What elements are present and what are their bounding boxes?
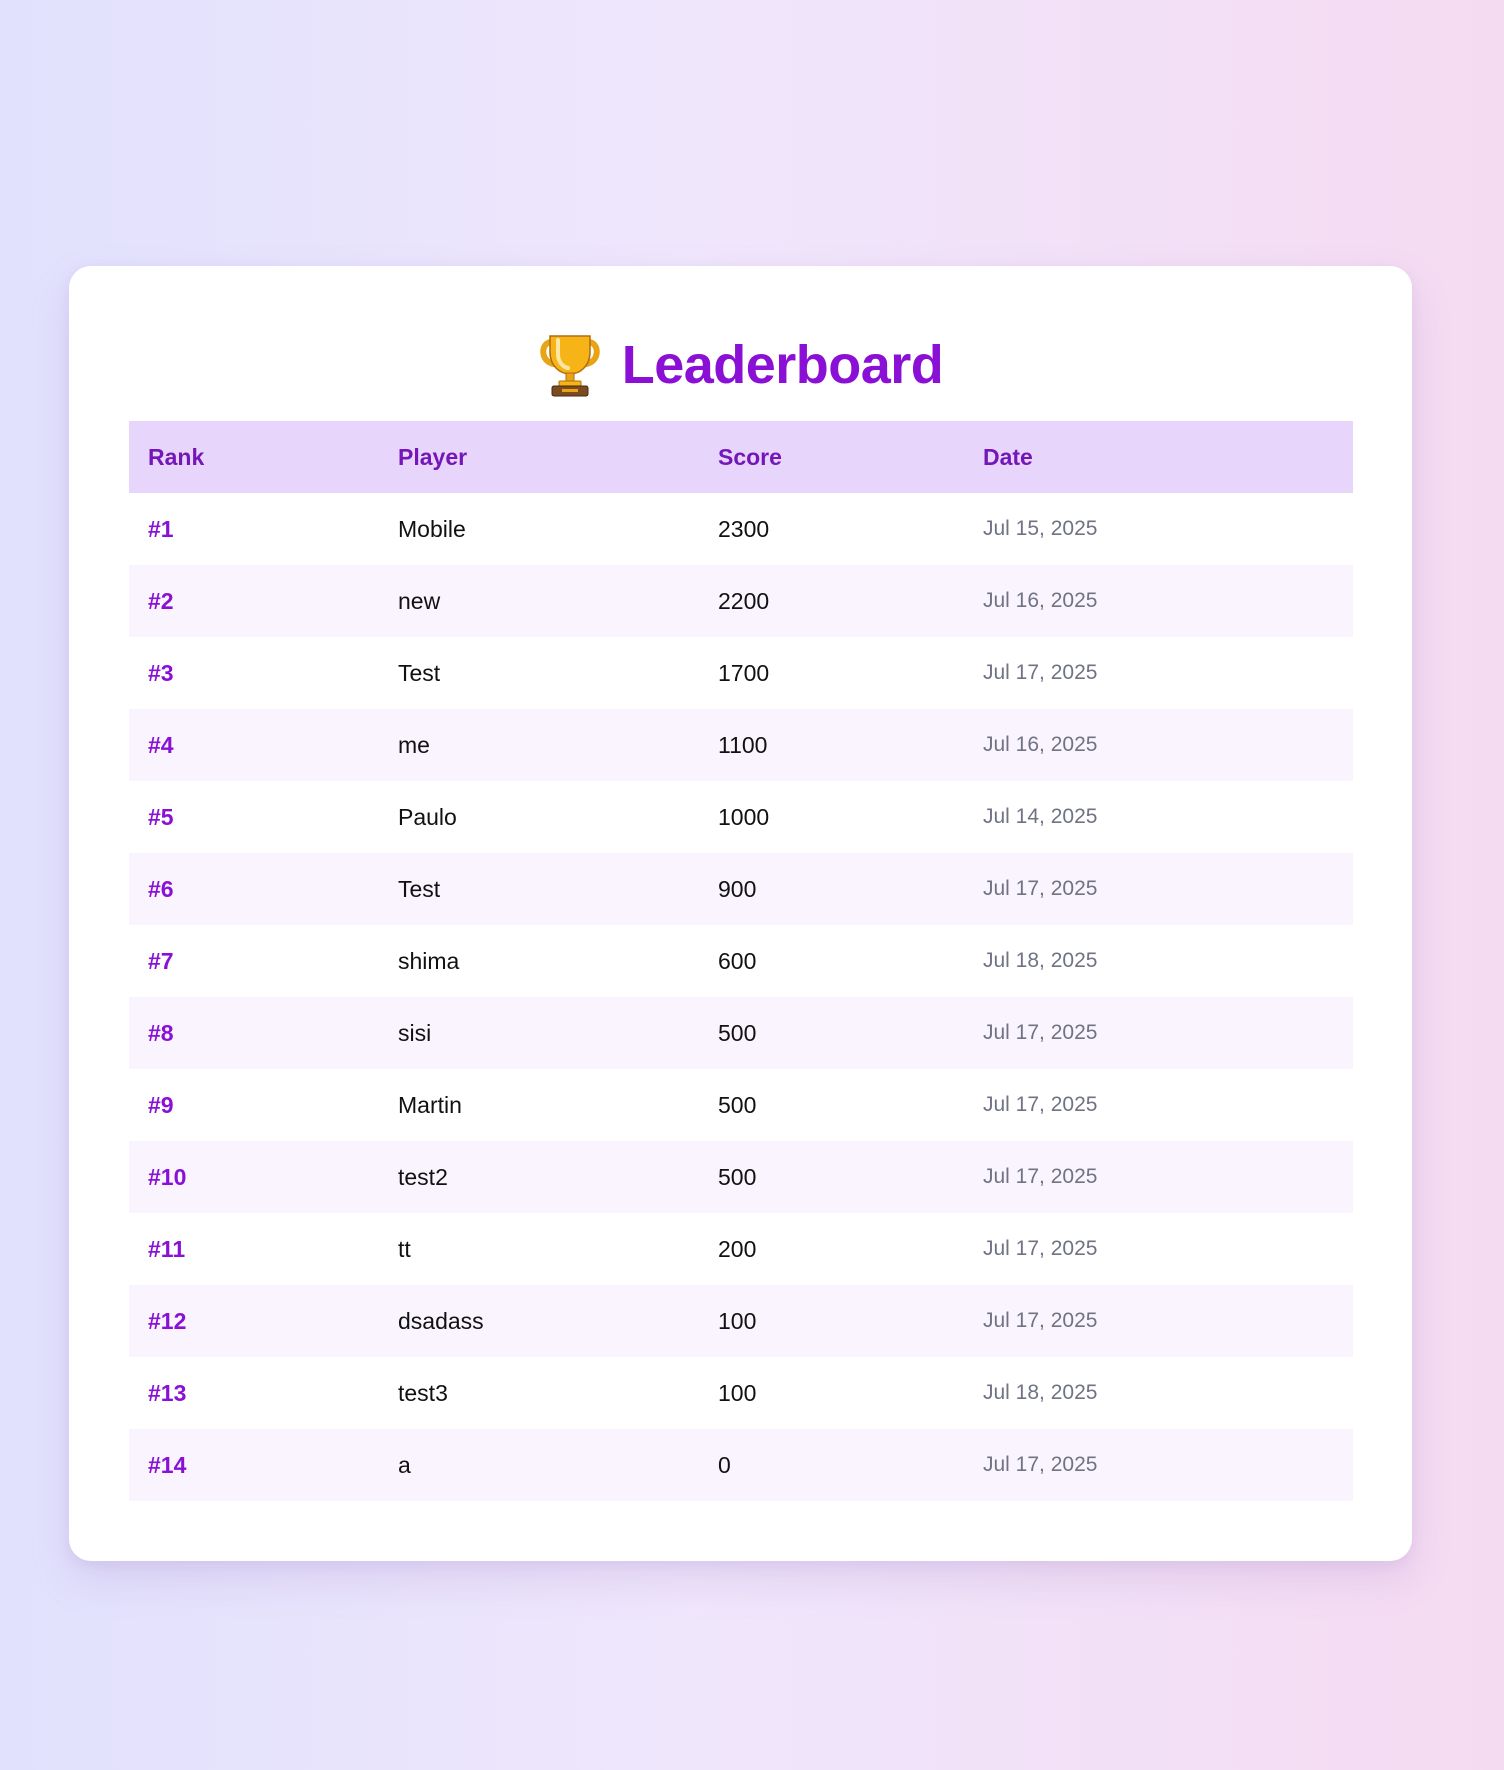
player-cell: dsadass bbox=[398, 1307, 484, 1334]
score-cell: 2300 bbox=[718, 515, 770, 542]
table-row: #8 sisi 500 Jul 17, 2025 bbox=[129, 997, 1353, 1069]
date-cell: Jul 18, 2025 bbox=[983, 949, 1098, 972]
page-title: Leaderboard bbox=[621, 335, 944, 395]
table-row: #3 Test 1700 Jul 17, 2025 bbox=[129, 637, 1353, 709]
score-cell: 1100 bbox=[718, 731, 768, 758]
date-cell: Jul 17, 2025 bbox=[983, 1093, 1098, 1116]
rank-cell: #5 bbox=[148, 803, 174, 830]
score-cell: 500 bbox=[718, 1091, 757, 1118]
score-cell: 500 bbox=[718, 1163, 757, 1190]
score-cell: 600 bbox=[718, 947, 757, 974]
leaderboard-card: Leaderboard Rank Player Score Date #1 Mo… bbox=[69, 266, 1412, 1561]
rank-cell: #10 bbox=[148, 1163, 187, 1190]
date-cell: Jul 17, 2025 bbox=[983, 877, 1098, 900]
player-cell: Test bbox=[398, 875, 441, 902]
column-header-rank: Rank bbox=[148, 443, 205, 470]
leaderboard-table: Rank Player Score Date #1 Mobile 2300 Ju… bbox=[129, 421, 1353, 1501]
score-cell: 900 bbox=[718, 875, 757, 902]
date-cell: Jul 18, 2025 bbox=[983, 1381, 1098, 1404]
table-row: #6 Test 900 Jul 17, 2025 bbox=[129, 853, 1353, 925]
date-cell: Jul 17, 2025 bbox=[983, 1453, 1098, 1476]
date-cell: Jul 16, 2025 bbox=[983, 733, 1098, 756]
rank-cell: #8 bbox=[148, 1019, 174, 1046]
table-row: #4 me 1100 Jul 16, 2025 bbox=[129, 709, 1353, 781]
title-row: Leaderboard bbox=[69, 320, 1412, 410]
score-cell: 100 bbox=[718, 1379, 757, 1406]
rank-cell: #6 bbox=[148, 875, 174, 902]
table-row: #10 test2 500 Jul 17, 2025 bbox=[129, 1141, 1353, 1213]
table-row: #11 tt 200 Jul 17, 2025 bbox=[129, 1213, 1353, 1285]
rank-cell: #2 bbox=[148, 587, 174, 614]
score-cell: 1700 bbox=[718, 659, 770, 686]
score-cell: 1000 bbox=[718, 803, 770, 830]
table-row: #1 Mobile 2300 Jul 15, 2025 bbox=[129, 493, 1353, 565]
player-cell: tt bbox=[398, 1235, 411, 1262]
table-row: #5 Paulo 1000 Jul 14, 2025 bbox=[129, 781, 1353, 853]
column-header-score: Score bbox=[718, 443, 782, 470]
player-cell: Test bbox=[398, 659, 441, 686]
rank-cell: #13 bbox=[148, 1379, 187, 1406]
player-cell: Martin bbox=[398, 1091, 462, 1118]
score-cell: 0 bbox=[718, 1451, 731, 1478]
table-row: #2 new 2200 Jul 16, 2025 bbox=[129, 565, 1353, 637]
column-header-player: Player bbox=[398, 443, 468, 470]
date-cell: Jul 17, 2025 bbox=[983, 1237, 1098, 1260]
rank-cell: #12 bbox=[148, 1307, 187, 1334]
table-row: #12 dsadass 100 Jul 17, 2025 bbox=[129, 1285, 1353, 1357]
player-cell: sisi bbox=[398, 1019, 432, 1046]
score-cell: 200 bbox=[718, 1235, 757, 1262]
rank-cell: #11 bbox=[148, 1235, 186, 1262]
date-cell: Jul 15, 2025 bbox=[983, 517, 1098, 540]
date-cell: Jul 14, 2025 bbox=[983, 805, 1098, 828]
rank-cell: #1 bbox=[148, 515, 174, 542]
table-header-row: Rank Player Score Date bbox=[129, 421, 1353, 493]
player-cell: new bbox=[398, 587, 441, 614]
date-cell: Jul 17, 2025 bbox=[983, 1021, 1098, 1044]
player-cell: test2 bbox=[398, 1163, 448, 1190]
date-cell: Jul 16, 2025 bbox=[983, 589, 1098, 612]
table-row: #7 shima 600 Jul 18, 2025 bbox=[129, 925, 1353, 997]
player-cell: Paulo bbox=[398, 803, 457, 830]
table-row: #13 test3 100 Jul 18, 2025 bbox=[129, 1357, 1353, 1429]
date-cell: Jul 17, 2025 bbox=[983, 1309, 1098, 1332]
score-cell: 500 bbox=[718, 1019, 757, 1046]
score-cell: 2200 bbox=[718, 587, 770, 614]
score-cell: 100 bbox=[718, 1307, 757, 1334]
rank-cell: #7 bbox=[148, 947, 174, 974]
rank-cell: #9 bbox=[148, 1091, 174, 1118]
date-cell: Jul 17, 2025 bbox=[983, 1165, 1098, 1188]
player-cell: shima bbox=[398, 947, 460, 974]
date-cell: Jul 17, 2025 bbox=[983, 661, 1098, 684]
player-cell: a bbox=[398, 1451, 411, 1478]
column-header-date: Date bbox=[983, 443, 1033, 470]
rank-cell: #3 bbox=[148, 659, 174, 686]
player-cell: me bbox=[398, 731, 430, 758]
table-row: #9 Martin 500 Jul 17, 2025 bbox=[129, 1069, 1353, 1141]
table-row: #14 a 0 Jul 17, 2025 bbox=[129, 1429, 1353, 1501]
rank-cell: #4 bbox=[148, 731, 174, 758]
player-cell: Mobile bbox=[398, 515, 466, 542]
player-cell: test3 bbox=[398, 1379, 448, 1406]
trophy-icon bbox=[539, 335, 600, 397]
rank-cell: #14 bbox=[148, 1451, 187, 1478]
